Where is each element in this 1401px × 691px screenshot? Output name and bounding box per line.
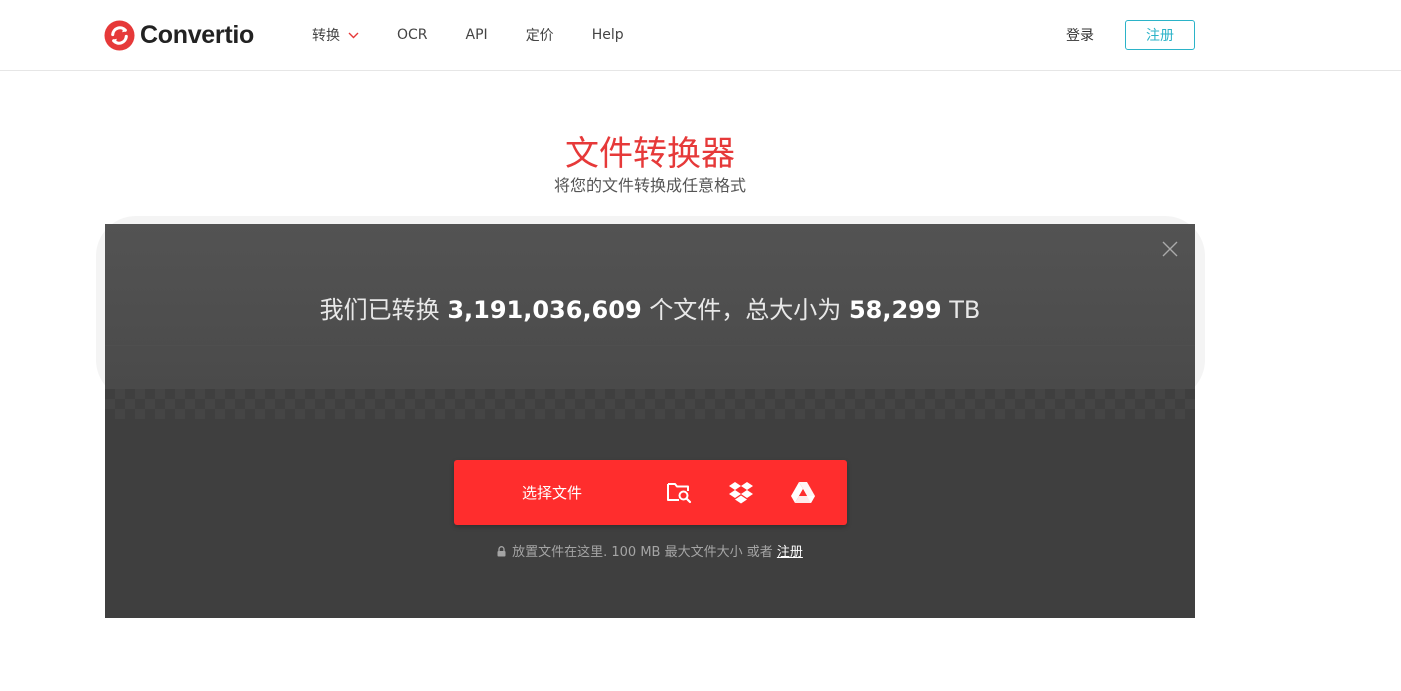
google-drive-icon[interactable]: [790, 480, 816, 504]
login-link[interactable]: 登录: [1066, 25, 1094, 45]
upload-panel: 我们已转换 3,191,036,609 个文件，总大小为 58,299 TB 选…: [105, 224, 1195, 618]
convertio-logo-icon: [104, 19, 135, 51]
brand-logo[interactable]: Convertio: [104, 19, 254, 51]
page-subtitle: 将您的文件转换成任意格式: [553, 176, 746, 195]
lock-icon: [497, 546, 506, 557]
nav-item-api[interactable]: API: [466, 27, 488, 43]
choose-files-button[interactable]: 选择文件: [454, 460, 847, 525]
signup-link[interactable]: 注册: [777, 545, 803, 560]
nav-item-label: OCR: [397, 27, 428, 43]
stats-prefix: 我们已转换: [319, 296, 440, 324]
nav-item-help[interactable]: Help: [592, 27, 624, 43]
nav-item-label: 转换: [312, 28, 340, 44]
computer-folder-icon[interactable]: [666, 480, 692, 504]
page-title: 文件转换器: [565, 134, 735, 174]
stats-middle: 个文件，总大小为: [649, 296, 842, 324]
brand-name: Convertio: [140, 20, 254, 49]
nav-item-label: 定价: [525, 28, 554, 44]
signup-button[interactable]: 注册: [1125, 20, 1195, 50]
checker-strip: [105, 389, 1195, 419]
close-icon[interactable]: [1162, 241, 1178, 257]
conversion-stats: 我们已转换 3,191,036,609 个文件，总大小为 58,299 TB: [105, 290, 1195, 325]
nav-item-label: Help: [591, 27, 624, 43]
nav-item-convert[interactable]: 转换: [312, 25, 359, 45]
nav-item-pricing[interactable]: 定价: [526, 25, 554, 45]
nav-item-label: API: [465, 27, 488, 43]
drop-note: 放置文件在这里. 100 MB 最大文件大小 或者 注册: [105, 541, 1195, 560]
drop-note-text: 放置文件在这里. 100 MB 最大文件大小 或者: [512, 545, 773, 560]
nav-item-ocr[interactable]: OCR: [397, 27, 428, 43]
chevron-down-icon: [348, 32, 359, 38]
choose-files-label: 选择文件: [522, 484, 583, 502]
total-size: 58,299: [848, 296, 942, 324]
files-count: 3,191,036,609: [447, 296, 642, 324]
site-header: Convertio 转换 OCR API 定价 Help 登录 注册: [0, 0, 1401, 71]
dropbox-icon[interactable]: [728, 480, 754, 504]
size-unit: TB: [949, 296, 981, 324]
main-nav: 转换 OCR API 定价 Help: [312, 26, 662, 44]
